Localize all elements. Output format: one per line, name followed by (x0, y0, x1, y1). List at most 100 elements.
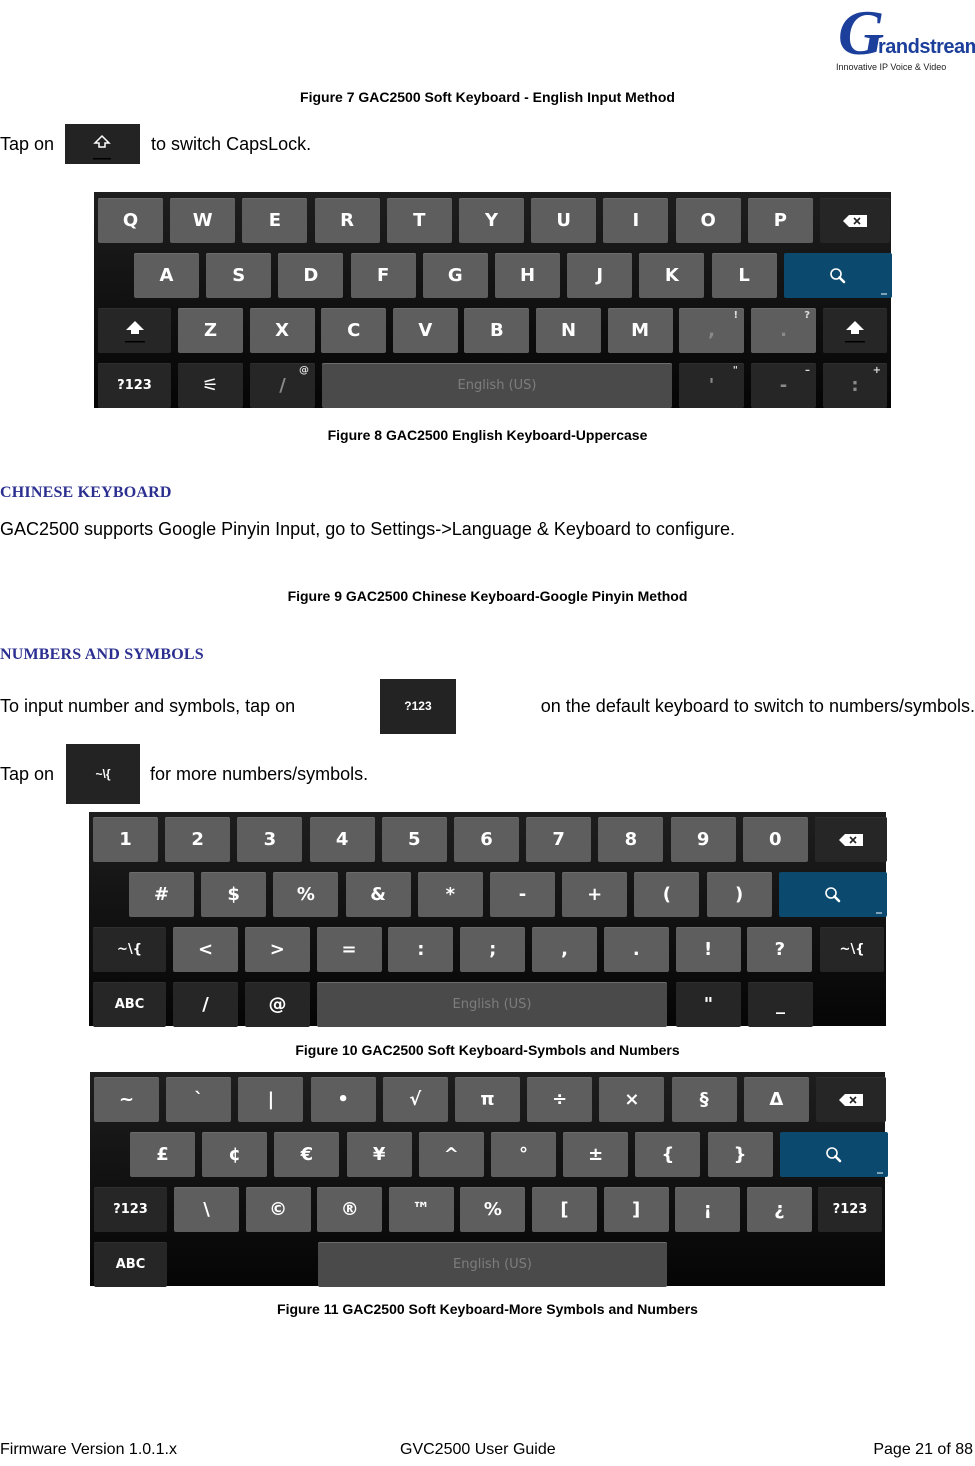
symbol-key[interactable]: = (316, 927, 382, 972)
symbol-key[interactable]: ? (747, 927, 813, 972)
at-key[interactable]: @ (245, 982, 310, 1027)
period-key[interactable]: .? (751, 308, 816, 353)
input-settings-key[interactable]: ⚟ (178, 363, 243, 408)
shift-key-left[interactable] (98, 308, 171, 353)
shift-key-right[interactable] (823, 308, 887, 353)
symbol-key[interactable]: # (129, 872, 194, 917)
search-key[interactable] (778, 872, 887, 917)
key-t[interactable]: T (386, 198, 452, 243)
symbol-key[interactable]: • (310, 1077, 376, 1122)
comma-key[interactable]: ,! (679, 308, 744, 353)
abc-key[interactable]: ABC (94, 1242, 167, 1287)
backspace-key[interactable] (820, 198, 890, 243)
symbol-key[interactable]: : (388, 927, 454, 972)
key-digit-1[interactable]: 1 (93, 817, 158, 862)
symbol-key[interactable]: § (671, 1077, 737, 1122)
key-v[interactable]: V (392, 308, 458, 353)
more-symbols-key-right[interactable]: ~\{ (820, 927, 884, 972)
key-z[interactable]: Z (178, 308, 243, 353)
backspace-key[interactable] (815, 817, 887, 862)
key-x[interactable]: X (249, 308, 315, 353)
key-w[interactable]: W (170, 198, 236, 243)
quote-key[interactable]: " (676, 982, 741, 1027)
symbol-key[interactable]: ¿ (746, 1187, 812, 1232)
key-y[interactable]: Y (459, 198, 524, 243)
key-q[interactable]: Q (98, 198, 163, 243)
symbol-key[interactable]: √ (382, 1077, 448, 1122)
symbol-key[interactable]: ¥ (346, 1132, 412, 1177)
spacebar[interactable]: English (US) (318, 1242, 667, 1287)
symbols-key-right[interactable]: ?123 (818, 1187, 882, 1232)
backspace-key[interactable] (816, 1077, 886, 1122)
colon-key[interactable]: : + (823, 363, 887, 408)
key-c[interactable]: C (321, 308, 387, 353)
key-digit-5[interactable]: 5 (381, 817, 447, 862)
symbol-key[interactable]: < (173, 927, 238, 972)
search-key[interactable] (779, 1132, 888, 1177)
symbol-key[interactable]: ^ (418, 1132, 484, 1177)
key-digit-8[interactable]: 8 (598, 817, 664, 862)
key-d[interactable]: D (278, 253, 344, 298)
symbol-key[interactable]: > (244, 927, 310, 972)
spacebar[interactable]: English (US) (317, 982, 667, 1027)
key-u[interactable]: U (531, 198, 597, 243)
symbol-key[interactable]: π (455, 1077, 520, 1122)
key-p[interactable]: P (747, 198, 813, 243)
key-g[interactable]: G (422, 253, 488, 298)
apostrophe-key[interactable]: ' " (679, 363, 744, 408)
key-digit-3[interactable]: 3 (237, 817, 303, 862)
symbol-key[interactable]: © (245, 1187, 311, 1232)
symbol-key[interactable]: ° (491, 1132, 556, 1177)
key-k[interactable]: K (639, 253, 705, 298)
key-digit-7[interactable]: 7 (526, 817, 592, 862)
symbol-key[interactable]: ) (706, 872, 772, 917)
key-j[interactable]: J (567, 253, 633, 298)
symbol-key[interactable]: ¢ (202, 1132, 268, 1177)
slash-key[interactable]: / @ (250, 363, 315, 408)
key-r[interactable]: R (314, 198, 380, 243)
symbol-key[interactable]: \ (174, 1187, 239, 1232)
key-b[interactable]: B (464, 308, 530, 353)
symbol-key[interactable]: . (603, 927, 669, 972)
search-key[interactable] (783, 253, 892, 298)
key-o[interactable]: O (675, 198, 741, 243)
key-digit-4[interactable]: 4 (309, 817, 375, 862)
symbol-key[interactable]: ; (460, 927, 526, 972)
key-h[interactable]: H (495, 253, 560, 298)
slash-key[interactable]: / (173, 982, 238, 1027)
key-a[interactable]: A (134, 253, 199, 298)
symbol-key[interactable]: * (417, 872, 483, 917)
more-symbols-key-left[interactable]: ~\{ (93, 927, 166, 972)
symbol-key[interactable]: $ (201, 872, 267, 917)
dash-key[interactable]: - – (751, 363, 816, 408)
symbol-key[interactable]: ` (166, 1077, 232, 1122)
key-digit-2[interactable]: 2 (165, 817, 231, 862)
abc-key[interactable]: ABC (93, 982, 166, 1027)
symbol-key[interactable]: × (599, 1077, 665, 1122)
symbols-key-left[interactable]: ?123 (94, 1187, 167, 1232)
key-digit-6[interactable]: 6 (454, 817, 519, 862)
symbol-key[interactable]: Δ (743, 1077, 809, 1122)
symbol-key[interactable]: , (532, 927, 597, 972)
symbol-key[interactable]: { (635, 1132, 701, 1177)
key-s[interactable]: S (206, 253, 272, 298)
spacebar[interactable]: English (US) (322, 363, 672, 408)
symbol-key[interactable]: £ (130, 1132, 195, 1177)
symbol-key[interactable]: % (460, 1187, 526, 1232)
symbol-key[interactable]: } (707, 1132, 773, 1177)
symbols-key[interactable]: ?123 (98, 363, 171, 408)
symbol-key[interactable]: ÷ (527, 1077, 593, 1122)
symbol-key[interactable]: + (562, 872, 628, 917)
symbol-key[interactable]: ® (317, 1187, 383, 1232)
symbol-key[interactable]: % (273, 872, 339, 917)
key-digit-0[interactable]: 0 (742, 817, 808, 862)
symbol-key[interactable]: | (238, 1077, 304, 1122)
symbol-key[interactable]: ¡ (675, 1187, 741, 1232)
key-digit-9[interactable]: 9 (670, 817, 736, 862)
symbol-key[interactable]: [ (532, 1187, 597, 1232)
symbol-key[interactable]: ± (563, 1132, 629, 1177)
symbol-key[interactable]: & (345, 872, 411, 917)
symbol-key[interactable]: ! (675, 927, 741, 972)
key-m[interactable]: M (607, 308, 673, 353)
symbol-key[interactable]: € (274, 1132, 340, 1177)
